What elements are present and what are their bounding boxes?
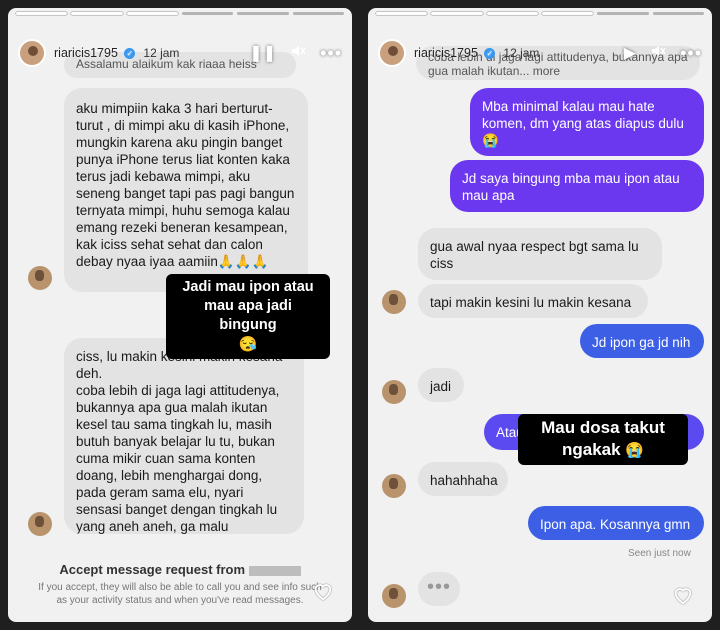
- caption-text: Jadi mau ipon atau mau apa jadi bingung: [182, 279, 314, 333]
- sender-avatar: [382, 474, 406, 498]
- progress-segment: [181, 12, 234, 15]
- accept-request-title: Accept message request from: [32, 562, 328, 577]
- story-caption: Jadi mau ipon atau mau apa jadi bingung …: [166, 274, 330, 359]
- play-icon[interactable]: ▶: [624, 43, 636, 63]
- progress-segment: [652, 12, 704, 15]
- accept-request-text: If you accept, they will also be able to…: [38, 582, 322, 606]
- sender-avatar: [382, 290, 406, 314]
- heart-icon[interactable]: [672, 584, 694, 606]
- pause-icon[interactable]: ❚❚: [249, 43, 276, 63]
- progress-segment: [541, 12, 594, 15]
- username-text[interactable]: riaricis1795: [414, 46, 478, 60]
- caption-emoji: 😭: [625, 442, 644, 459]
- progress-segment: [71, 12, 123, 15]
- redacted-name: [248, 565, 301, 576]
- story-header: riaricis1795 ✓ 12 jam ❚❚ •••: [18, 38, 342, 68]
- progress-segment: [292, 12, 344, 15]
- caption-text: Mau dosa takut ngakak: [541, 418, 665, 459]
- progress-segment: [486, 12, 538, 15]
- more-icon[interactable]: •••: [320, 43, 342, 64]
- caption-emoji: 😪: [238, 336, 258, 353]
- story-time: 12 jam: [503, 46, 540, 60]
- message-bubble: hahahhaha: [418, 462, 508, 496]
- verified-badge-icon: ✓: [484, 48, 496, 60]
- sender-avatar: [28, 512, 52, 536]
- message-bubble: gua awal nyaa respect bgt sama lu ciss: [418, 228, 662, 280]
- progress-segment: [376, 12, 428, 15]
- profile-avatar[interactable]: [18, 39, 46, 67]
- story-time: 12 jam: [143, 46, 180, 60]
- story-left[interactable]: riaricis1795 ✓ 12 jam ❚❚ ••• Assalamu al…: [8, 8, 352, 622]
- more-icon[interactable]: •••: [680, 43, 702, 64]
- story-username[interactable]: riaricis1795 ✓: [54, 46, 136, 60]
- story-caption: Mau dosa takut ngakak 😭: [518, 414, 688, 465]
- sent-message-bubble: Jd ipon ga jd nih: [580, 324, 704, 358]
- progress-segment: [237, 12, 289, 15]
- message-bubble: aku mimpiin kaka 3 hari berturut-turut ,…: [64, 88, 308, 292]
- verified-badge-icon: ✓: [124, 48, 136, 60]
- seen-status: Seen just now: [628, 548, 691, 559]
- story-progress: [16, 12, 344, 15]
- sender-avatar: [382, 380, 406, 404]
- story-header: riaricis1795 ✓ 12 jam ▶ •••: [378, 38, 702, 68]
- mute-icon[interactable]: [290, 43, 306, 64]
- profile-avatar[interactable]: [378, 39, 406, 67]
- story-username[interactable]: riaricis1795 ✓: [414, 46, 496, 60]
- progress-segment: [126, 12, 178, 15]
- progress-segment: [431, 12, 483, 15]
- story-progress: [376, 12, 704, 15]
- progress-segment: [16, 12, 68, 15]
- accept-request: Accept message request from If you accep…: [32, 562, 328, 607]
- sent-message-bubble: Mba minimal kalau mau hate komen, dm yan…: [470, 88, 704, 156]
- message-bubble: jadi: [418, 368, 464, 402]
- message-bubble: tapi makin kesini lu makin kesana: [418, 284, 648, 318]
- typing-indicator: •••: [418, 572, 460, 606]
- heart-icon[interactable]: [312, 580, 334, 602]
- sender-avatar: [382, 584, 406, 608]
- mute-icon[interactable]: [650, 43, 666, 64]
- progress-segment: [597, 12, 649, 15]
- sender-avatar: [28, 266, 52, 290]
- username-text[interactable]: riaricis1795: [54, 46, 118, 60]
- message-bubble: ciss, lu makin kesini makin kesana deh. …: [64, 338, 304, 534]
- sent-message-bubble: Jd saya bingung mba mau ipon atau mau ap…: [450, 160, 704, 212]
- sent-message-bubble: Ipon apa. Kosannya gmn: [528, 506, 704, 540]
- story-right[interactable]: riaricis1795 ✓ 12 jam ▶ ••• coba lebih d…: [368, 8, 712, 622]
